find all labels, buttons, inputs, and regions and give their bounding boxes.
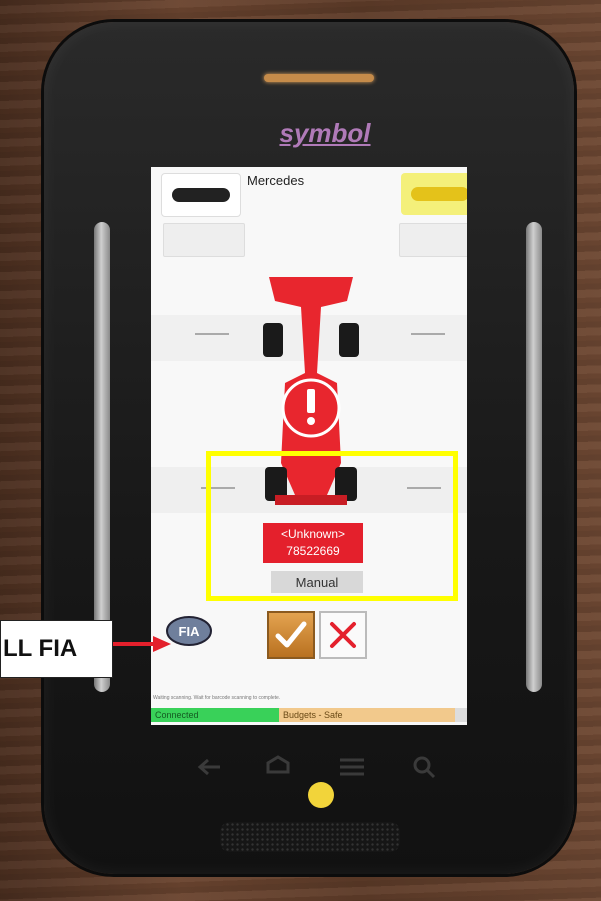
status-indicator xyxy=(455,708,467,722)
home-icon[interactable] xyxy=(266,755,290,774)
earpiece-speaker xyxy=(264,74,374,82)
confirm-button[interactable] xyxy=(267,611,315,659)
status-bar: Connected Budgets - Safe xyxy=(151,708,467,722)
budget-status: Budgets - Safe xyxy=(279,708,455,722)
car-thumb-icon xyxy=(172,188,230,202)
warning-icon xyxy=(281,378,341,438)
front-right-wheel xyxy=(339,323,359,357)
left-ghost-button[interactable] xyxy=(163,223,245,257)
front-left-wheel xyxy=(263,323,283,357)
device-brand: symbol xyxy=(279,118,371,148)
highlight-box xyxy=(206,451,458,601)
bottom-speaker-grille xyxy=(220,822,400,852)
car-thumbnail-right[interactable] xyxy=(401,173,467,215)
arrow-right-icon xyxy=(113,636,171,652)
connection-status: Connected xyxy=(151,708,279,722)
device-screen: Mercedes <Unknown> 78522669 Manual FIA W… xyxy=(151,167,467,725)
car-thumbnail-left[interactable] xyxy=(161,173,241,217)
menu-icon[interactable] xyxy=(340,758,364,776)
android-nav-bar xyxy=(197,755,436,779)
fia-callout: LL FIA xyxy=(0,620,113,678)
right-ghost-button[interactable] xyxy=(399,223,467,257)
team-title: Mercedes xyxy=(247,173,305,188)
status-message: Waiting scanning. Wait for barcode scann… xyxy=(153,695,281,701)
home-key-dot[interactable] xyxy=(308,782,334,808)
back-icon[interactable] xyxy=(197,758,220,776)
front-left-dash xyxy=(195,333,229,335)
check-icon xyxy=(275,621,307,648)
car-thumb-icon xyxy=(411,187,467,201)
side-rail-right xyxy=(526,222,542,692)
search-icon[interactable] xyxy=(413,756,436,779)
close-icon xyxy=(330,622,356,648)
fia-label: FIA xyxy=(179,624,201,639)
front-right-dash xyxy=(411,333,445,335)
reject-button[interactable] xyxy=(319,611,367,659)
